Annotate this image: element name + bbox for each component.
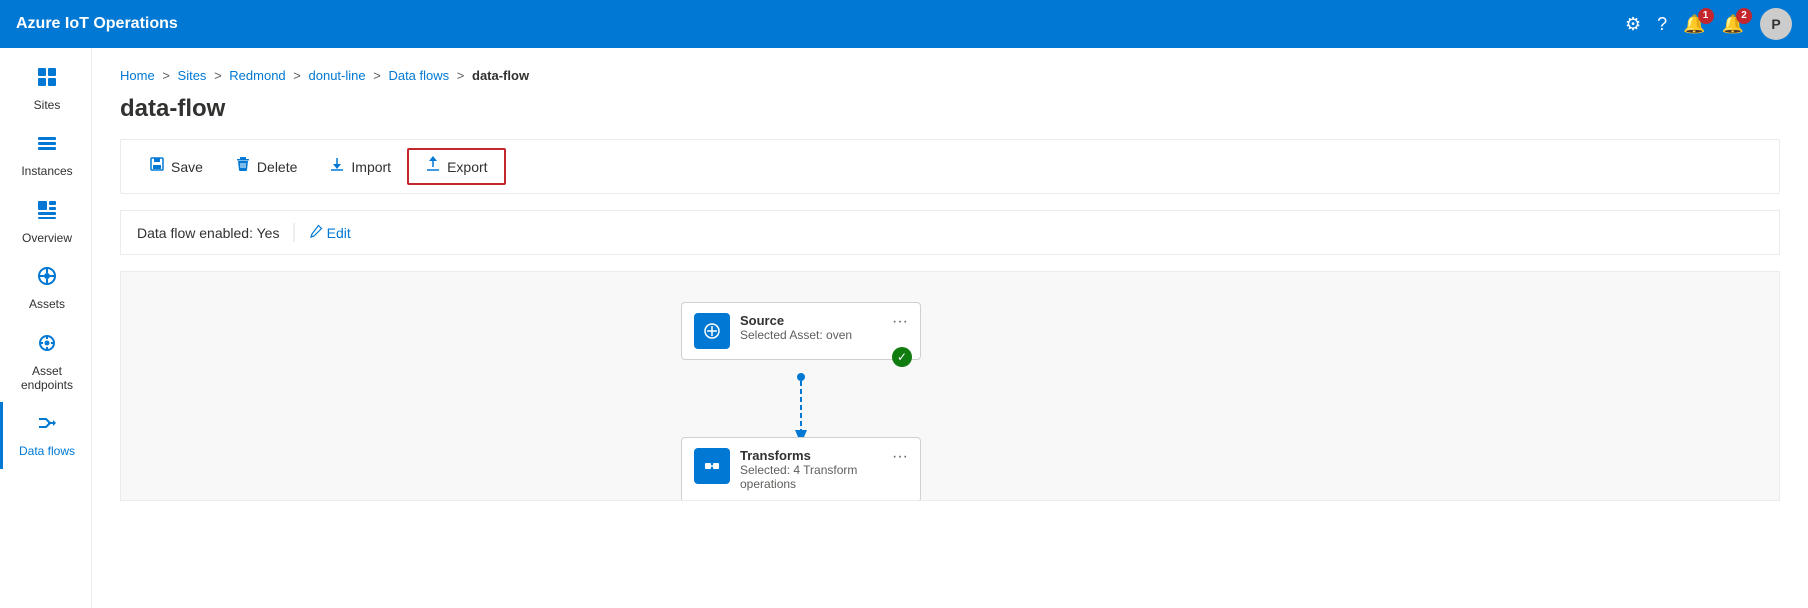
- transforms-node-content: Transforms Selected: 4 Transform operati…: [740, 448, 882, 491]
- transforms-node-menu[interactable]: ···: [892, 448, 908, 466]
- sidebar-item-instances[interactable]: Instances: [0, 122, 91, 188]
- breadcrumb-sites[interactable]: Sites: [178, 68, 207, 83]
- sidebar-item-data-flows[interactable]: Data flows: [0, 402, 91, 468]
- overview-label: Overview: [22, 231, 72, 245]
- info-bar: Data flow enabled: Yes | Edit: [120, 210, 1780, 255]
- delete-button[interactable]: Delete: [219, 150, 313, 183]
- delete-label: Delete: [257, 159, 297, 175]
- save-icon: [149, 156, 165, 177]
- instances-label: Instances: [21, 164, 72, 178]
- enabled-status: Data flow enabled: Yes: [137, 225, 279, 241]
- source-node-icon: [694, 313, 730, 349]
- export-button[interactable]: Export: [407, 148, 505, 185]
- transforms-node[interactable]: Transforms Selected: 4 Transform operati…: [681, 437, 921, 501]
- bell2-badge: 2: [1736, 8, 1752, 24]
- source-node-title: Source: [740, 313, 882, 328]
- import-icon: [329, 156, 345, 177]
- sidebar-item-asset-endpoints[interactable]: Asset endpoints: [0, 322, 91, 403]
- edit-button[interactable]: Edit: [309, 224, 351, 241]
- overview-icon: [36, 199, 58, 227]
- source-node-content: Source Selected Asset: oven: [740, 313, 882, 342]
- sidebar-item-sites[interactable]: Sites: [0, 56, 91, 122]
- source-node-menu[interactable]: ···: [892, 313, 908, 331]
- sidebar-item-assets[interactable]: Assets: [0, 255, 91, 321]
- sidebar-item-overview[interactable]: Overview: [0, 189, 91, 255]
- import-label: Import: [351, 159, 391, 175]
- save-label: Save: [171, 159, 203, 175]
- page-title: data-flow: [120, 95, 1780, 123]
- top-nav-icons: ⚙ ? 🔔 1 🔔 2 P: [1625, 8, 1792, 40]
- export-icon: [425, 156, 441, 177]
- help-icon[interactable]: ?: [1657, 14, 1667, 35]
- transforms-node-subtitle: Selected: 4 Transform operations: [740, 463, 882, 491]
- sites-icon: [36, 66, 58, 94]
- source-node-subtitle: Selected Asset: oven: [740, 328, 882, 342]
- bell1-badge: 1: [1698, 8, 1714, 24]
- data-flows-icon: [36, 412, 58, 440]
- breadcrumb-home[interactable]: Home: [120, 68, 155, 83]
- instances-icon: [36, 132, 58, 160]
- user-avatar[interactable]: P: [1760, 8, 1792, 40]
- breadcrumb-redmond[interactable]: Redmond: [229, 68, 285, 83]
- source-node[interactable]: Source Selected Asset: oven ··· ✓: [681, 302, 921, 360]
- settings-icon[interactable]: ⚙: [1625, 14, 1641, 35]
- save-button[interactable]: Save: [133, 150, 219, 183]
- toolbar: Save Delete: [120, 139, 1780, 194]
- notification-bell-2[interactable]: 🔔 2: [1722, 14, 1744, 35]
- breadcrumb-current: data-flow: [472, 68, 529, 83]
- app-title: Azure IoT Operations: [16, 15, 1625, 33]
- data-flows-label: Data flows: [19, 444, 75, 458]
- info-separator: |: [291, 221, 296, 244]
- asset-endpoints-icon: [36, 332, 58, 360]
- transforms-node-icon: [694, 448, 730, 484]
- edit-icon: [309, 224, 323, 241]
- top-navigation: Azure IoT Operations ⚙ ? 🔔 1 🔔 2 P: [0, 0, 1808, 48]
- edit-label: Edit: [327, 225, 351, 241]
- breadcrumb-donut-line[interactable]: donut-line: [309, 68, 366, 83]
- export-label: Export: [447, 159, 487, 175]
- source-node-status: ✓: [892, 347, 912, 367]
- assets-icon: [36, 265, 58, 293]
- breadcrumb: Home > Sites > Redmond > donut-line > Da…: [120, 68, 1780, 83]
- assets-label: Assets: [29, 297, 65, 311]
- delete-icon: [235, 156, 251, 177]
- asset-endpoints-label: Asset endpoints: [11, 364, 83, 393]
- notification-bell-1[interactable]: 🔔 1: [1683, 14, 1705, 35]
- flow-canvas: Source Selected Asset: oven ··· ✓ Transf: [120, 271, 1780, 501]
- transforms-node-title: Transforms: [740, 448, 882, 463]
- import-button[interactable]: Import: [313, 150, 407, 183]
- sites-label: Sites: [34, 98, 61, 112]
- sidebar: Sites Instances Overview: [0, 48, 92, 608]
- main-content: Home > Sites > Redmond > donut-line > Da…: [92, 48, 1808, 608]
- breadcrumb-data-flows[interactable]: Data flows: [388, 68, 449, 83]
